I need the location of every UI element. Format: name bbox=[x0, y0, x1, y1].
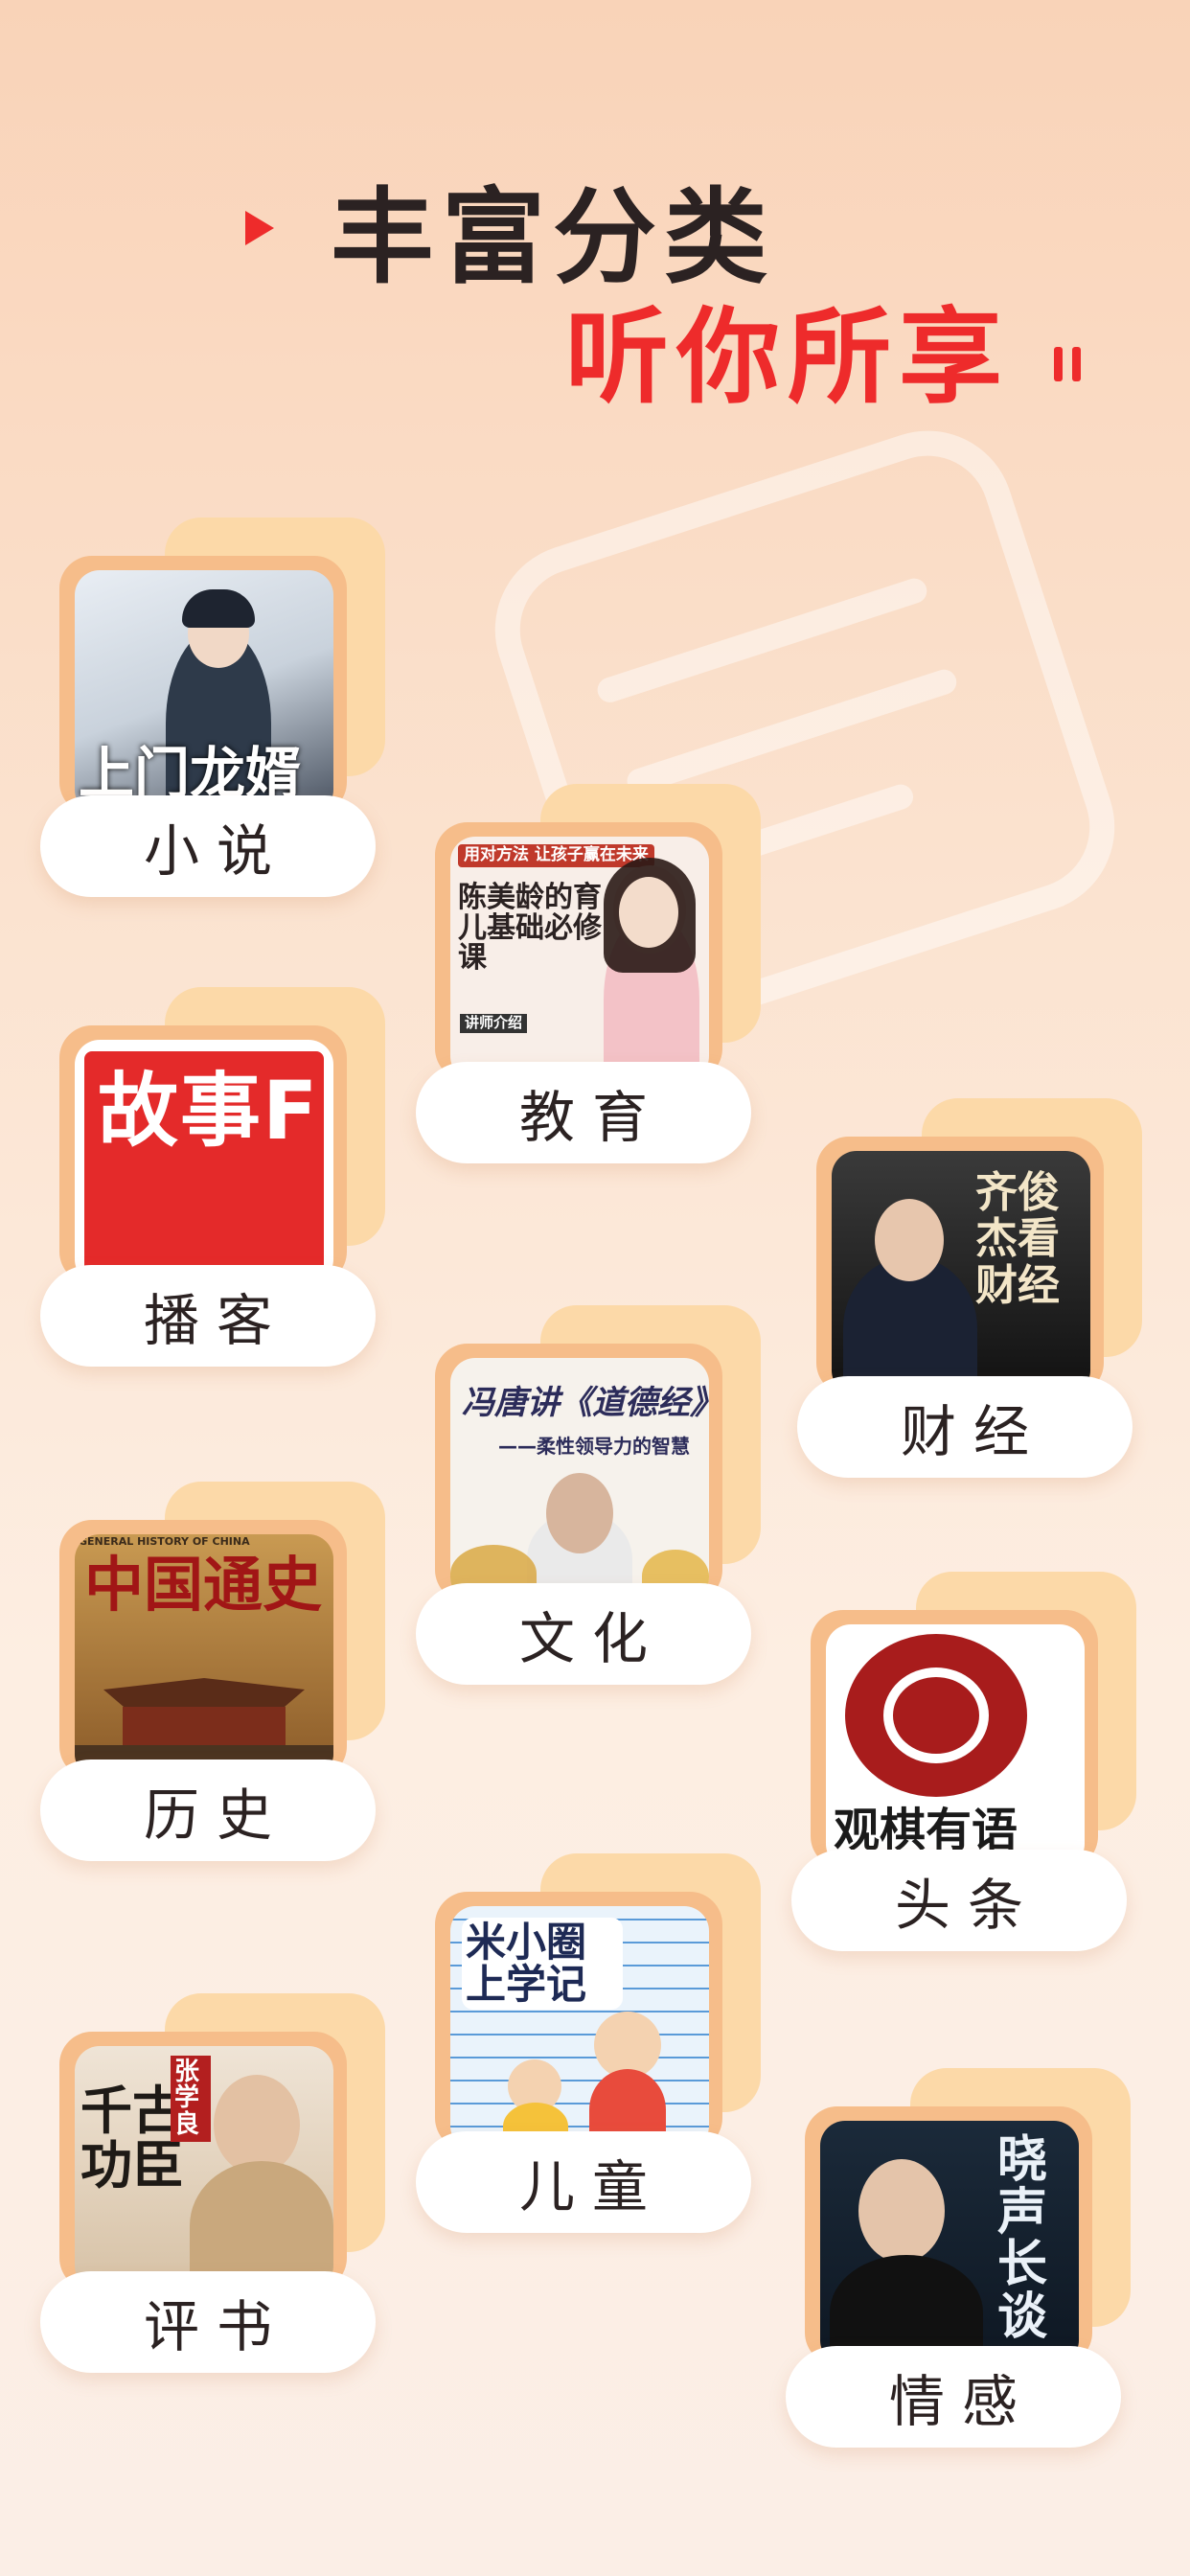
cover-title: 晓声长谈 bbox=[997, 2131, 1048, 2346]
category-label-culture: 文化 bbox=[416, 1583, 751, 1685]
page-subtitle: 听你所享 bbox=[565, 298, 1011, 418]
cover-title: 米小圈上学记 bbox=[462, 1918, 623, 2011]
category-label-podcast: 播客 bbox=[40, 1265, 376, 1367]
category-card-headlines[interactable]: 观棋有语 头条 bbox=[791, 1572, 1136, 1955]
category-label-storytelling: 评书 bbox=[40, 2271, 376, 2373]
category-card-finance[interactable]: 齐俊杰看财经 财经 bbox=[797, 1098, 1142, 1482]
cover-sub: ——柔性领导力的智慧 bbox=[498, 1435, 690, 1458]
cover-sub: 张学良 bbox=[171, 2056, 211, 2142]
cover-finance: 齐俊杰看财经 bbox=[832, 1151, 1090, 1395]
category-label-finance: 财经 bbox=[797, 1376, 1133, 1478]
cover-title: 故事FM bbox=[98, 1064, 333, 1158]
cover-sub: GENERAL HISTORY OF CHINA bbox=[79, 1535, 250, 1548]
cover-title: 中国通史 bbox=[84, 1550, 323, 1620]
cover-podcast: 故事FM bbox=[75, 1040, 333, 1284]
cover-children: 米小圈上学记 bbox=[450, 1906, 709, 2150]
cover-title: 冯唐讲《道德经》 bbox=[462, 1384, 709, 1422]
category-card-education[interactable]: 用对方法 让孩子赢在未来 陈美龄的育儿基础必修课 讲师介绍 教育 bbox=[416, 784, 761, 1167]
category-label-history: 历史 bbox=[40, 1760, 376, 1861]
category-card-novel[interactable]: 上门龙婿 小说 bbox=[40, 518, 385, 901]
cover-storytelling: 千古功臣 张学良 bbox=[75, 2046, 333, 2290]
category-card-culture[interactable]: 冯唐讲《道德经》 ——柔性领导力的智慧 文化 bbox=[416, 1305, 761, 1689]
cover-culture: 冯唐讲《道德经》 ——柔性领导力的智慧 bbox=[450, 1358, 709, 1602]
category-label-novel: 小说 bbox=[40, 795, 376, 897]
category-label-education: 教育 bbox=[416, 1062, 751, 1163]
quote-mark-icon bbox=[1054, 347, 1081, 381]
category-card-podcast[interactable]: 故事FM 播客 bbox=[40, 987, 385, 1370]
play-arrow-icon bbox=[245, 211, 274, 245]
cover-title: 上门龙婿 bbox=[79, 741, 302, 806]
cover-emotion: 晓声长谈 bbox=[820, 2121, 1079, 2365]
category-card-emotion[interactable]: 晓声长谈 情感 bbox=[786, 2068, 1131, 2451]
category-label-headlines: 头条 bbox=[791, 1850, 1127, 1951]
category-card-children[interactable]: 米小圈上学记 儿童 bbox=[416, 1853, 761, 2237]
cover-sub: 讲师介绍 bbox=[460, 1014, 528, 1033]
category-label-emotion: 情感 bbox=[786, 2346, 1121, 2448]
cover-title: 陈美龄的育儿基础必修课 bbox=[458, 881, 602, 975]
cover-history: GENERAL HISTORY OF CHINA 中国通史 bbox=[75, 1534, 333, 1779]
cover-headlines: 观棋有语 bbox=[826, 1624, 1085, 1869]
cover-title: 观棋有语 bbox=[834, 1804, 1018, 1857]
category-card-storytelling[interactable]: 千古功臣 张学良 评书 bbox=[40, 1993, 385, 2377]
cover-novel: 上门龙婿 bbox=[75, 570, 333, 815]
page-title: 丰富分类 bbox=[331, 178, 776, 298]
cover-education: 用对方法 让孩子赢在未来 陈美龄的育儿基础必修课 讲师介绍 bbox=[450, 837, 709, 1081]
cover-title: 齐俊杰看财经 bbox=[975, 1168, 1060, 1310]
category-label-children: 儿童 bbox=[416, 2131, 751, 2233]
category-card-history[interactable]: GENERAL HISTORY OF CHINA 中国通史 历史 bbox=[40, 1482, 385, 1865]
